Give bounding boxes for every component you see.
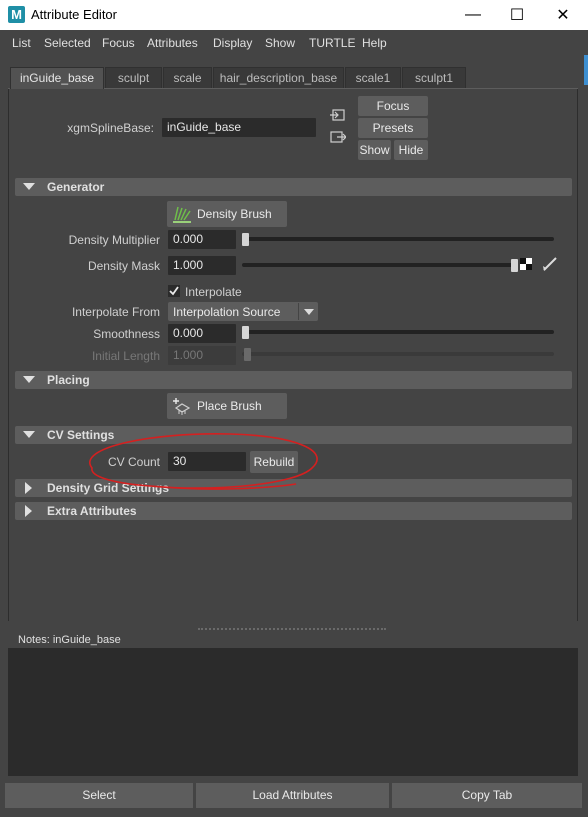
section-placing-title: Placing — [47, 373, 90, 387]
density-brush-button[interactable]: Density Brush — [167, 201, 287, 227]
title-bar: M Attribute Editor — ☐ ✕ — [0, 0, 588, 30]
close-button[interactable]: ✕ — [540, 0, 586, 30]
notes-label: Notes: inGuide_base — [18, 634, 121, 646]
interpolate-from-value: Interpolation Source — [173, 305, 281, 319]
show-button[interactable]: Show — [358, 140, 391, 160]
tab-hair-description-base[interactable]: hair_description_base — [213, 67, 344, 88]
output-connection-icon[interactable] — [330, 130, 347, 144]
checker-map-icon[interactable] — [520, 258, 532, 270]
menu-selected[interactable]: Selected — [44, 36, 91, 50]
load-attributes-button[interactable]: Load Attributes — [196, 783, 389, 808]
density-brush-icon — [171, 204, 193, 224]
expand-arrow-icon — [25, 505, 32, 517]
section-density-grid-title: Density Grid Settings — [47, 481, 170, 495]
window-title: Attribute Editor — [31, 7, 117, 22]
smoothness-slider-handle[interactable] — [242, 326, 249, 339]
density-multiplier-slider-handle[interactable] — [242, 233, 249, 246]
menu-show[interactable]: Show — [265, 36, 295, 50]
menu-turtle[interactable]: TURTLE — [309, 36, 355, 50]
initial-length-slider-handle — [244, 348, 251, 361]
menu-attributes[interactable]: Attributes — [147, 36, 198, 50]
initial-length-label: Initial Length — [91, 349, 160, 363]
input-connection-icon[interactable] — [330, 108, 346, 122]
menu-display[interactable]: Display — [213, 36, 252, 50]
menu-help[interactable]: Help — [362, 36, 387, 50]
place-brush-label: Place Brush — [197, 399, 262, 413]
rebuild-button[interactable]: Rebuild — [250, 451, 298, 473]
tab-scale1[interactable]: scale1 — [345, 67, 401, 88]
density-mask-label: Density Mask — [87, 259, 160, 273]
density-mask-field[interactable]: 1.000 — [168, 256, 236, 275]
tab-sculpt[interactable]: sculpt — [105, 67, 162, 88]
density-multiplier-label: Density Multiplier — [68, 233, 160, 247]
density-brush-label: Density Brush — [197, 207, 272, 221]
section-generator[interactable]: Generator — [15, 178, 572, 196]
section-cv-settings-title: CV Settings — [47, 428, 115, 442]
collapse-arrow-icon — [23, 376, 35, 383]
interpolate-from-label: Interpolate From — [71, 305, 160, 319]
place-brush-icon — [171, 396, 193, 416]
menu-list[interactable]: List — [12, 36, 31, 50]
density-mask-slider-track[interactable] — [242, 263, 514, 267]
maya-app-icon: M — [8, 6, 25, 23]
section-extra-attributes[interactable]: Extra Attributes — [15, 502, 572, 520]
interpolate-checkbox[interactable] — [168, 285, 180, 297]
density-multiplier-field[interactable]: 0.000 — [168, 230, 236, 249]
section-cv-settings[interactable]: CV Settings — [15, 426, 572, 444]
paint-brush-icon[interactable] — [542, 256, 558, 272]
copy-tab-button[interactable]: Copy Tab — [392, 783, 582, 808]
tab-sculpt1[interactable]: sculpt1 — [402, 67, 466, 88]
collapse-arrow-icon — [23, 431, 35, 438]
menu-focus[interactable]: Focus — [102, 36, 135, 50]
expand-arrow-icon — [25, 482, 32, 494]
section-density-grid-settings[interactable]: Density Grid Settings — [15, 479, 572, 497]
smoothness-slider-track[interactable] — [242, 330, 554, 334]
chevron-down-icon — [304, 309, 314, 315]
tab-inguide-base[interactable]: inGuide_base — [10, 67, 104, 89]
interpolate-from-dropdown[interactable]: Interpolation Source — [168, 302, 318, 321]
place-brush-button[interactable]: Place Brush — [167, 393, 287, 419]
window-edge-highlight — [584, 55, 588, 85]
cv-count-label: CV Count — [107, 455, 160, 469]
smoothness-field[interactable]: 0.000 — [168, 324, 236, 343]
cv-count-field[interactable]: 30 — [168, 452, 246, 471]
bottom-button-bar: Select Load Attributes Copy Tab — [0, 780, 588, 817]
notes-splitter-handle[interactable] — [198, 628, 386, 630]
menu-bar: List Selected Focus Attributes Display S… — [0, 30, 588, 55]
section-generator-title: Generator — [47, 180, 105, 194]
notes-textarea[interactable] — [8, 648, 578, 776]
minimize-button[interactable]: — — [450, 0, 496, 30]
initial-length-field: 1.000 — [168, 346, 236, 365]
density-multiplier-slider-track[interactable] — [242, 237, 554, 241]
interpolate-label: Interpolate — [185, 285, 242, 299]
node-tab-strip: inGuide_base sculpt scale hair_descripti… — [8, 67, 578, 89]
dropdown-arrow-icon — [298, 303, 299, 320]
hide-button[interactable]: Hide — [394, 140, 428, 160]
tab-scale[interactable]: scale — [163, 67, 212, 88]
presets-button[interactable]: Presets — [358, 118, 428, 138]
collapse-arrow-icon — [23, 183, 35, 190]
initial-length-slider-track — [242, 352, 554, 356]
density-mask-slider-handle[interactable] — [511, 259, 518, 272]
node-name-field[interactable]: inGuide_base — [162, 118, 316, 137]
node-type-label: xgmSplineBase: — [67, 121, 154, 135]
maximize-button[interactable]: ☐ — [494, 0, 540, 30]
select-button[interactable]: Select — [5, 783, 193, 808]
focus-button[interactable]: Focus — [358, 96, 428, 116]
smoothness-label: Smoothness — [93, 327, 160, 341]
section-placing[interactable]: Placing — [15, 371, 572, 389]
section-extra-attributes-title: Extra Attributes — [47, 504, 137, 518]
